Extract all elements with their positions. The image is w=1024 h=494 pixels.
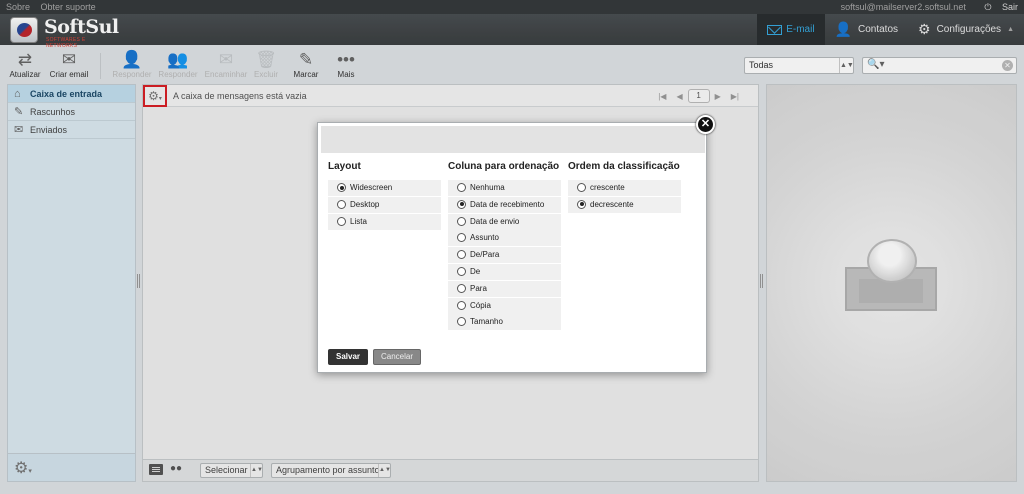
- layout-option[interactable]: Lista: [328, 213, 441, 230]
- radio-button[interactable]: [457, 233, 466, 243]
- sort-column-option[interactable]: Data de envio: [448, 213, 561, 230]
- radio-button[interactable]: [457, 266, 466, 276]
- sort-column-option-label: Para: [470, 283, 487, 293]
- sort-order-option[interactable]: decrescente: [568, 196, 681, 213]
- list-options-dialog: ✕ Layout Widescreen Desktop Lista Coluna p…: [317, 115, 715, 373]
- layout-option-label: Lista: [350, 216, 367, 226]
- sort-column-option-label: Tamanho: [470, 317, 503, 327]
- layout-option[interactable]: Widescreen: [328, 180, 441, 196]
- sort-order-option-label: crescente: [590, 183, 625, 192]
- layout-option-label: Desktop: [350, 199, 380, 209]
- cancel-button[interactable]: Cancelar: [373, 349, 421, 365]
- radio-button[interactable]: [577, 183, 586, 192]
- dialog-titlebar: [321, 126, 705, 153]
- sort-column-option-label: Cópia: [470, 300, 491, 310]
- radio-button[interactable]: [337, 199, 346, 209]
- sort-column-option-label: Nenhuma: [470, 183, 505, 192]
- radio-button[interactable]: [337, 183, 346, 192]
- radio-button[interactable]: [457, 317, 466, 327]
- sort-order-heading: Ordem da classificação: [568, 161, 680, 172]
- layout-option-label: Widescreen: [350, 183, 393, 192]
- radio-button[interactable]: [457, 283, 466, 293]
- radio-button[interactable]: [457, 199, 466, 209]
- sort-order-option-label: decrescente: [590, 199, 634, 209]
- sort-column-option[interactable]: Data de recebimento: [448, 196, 561, 213]
- sort-column-option-label: Data de envio: [470, 216, 520, 226]
- radio-button[interactable]: [457, 300, 466, 310]
- sort-column-option[interactable]: Cópia: [448, 297, 561, 314]
- sort-column-option-label: Assunto: [470, 233, 499, 243]
- sort-column-option[interactable]: De/Para: [448, 247, 561, 264]
- radio-button[interactable]: [577, 199, 586, 209]
- radio-button[interactable]: [337, 216, 346, 226]
- layout-column: Layout Widescreen Desktop Lista: [328, 161, 441, 230]
- sort-column-option-label: De/Para: [470, 250, 500, 260]
- sort-column-option[interactable]: De: [448, 263, 561, 280]
- sort-column-option[interactable]: Para: [448, 280, 561, 297]
- sort-column-option[interactable]: Tamanho: [448, 314, 561, 331]
- layout-option[interactable]: Desktop: [328, 196, 441, 213]
- layout-heading: Layout: [328, 161, 361, 172]
- radio-button[interactable]: [457, 183, 466, 192]
- radio-button[interactable]: [457, 216, 466, 226]
- sort-column-option[interactable]: Nenhuma: [448, 180, 561, 196]
- radio-button[interactable]: [457, 250, 466, 260]
- sort-column-heading: Coluna para ordenação: [448, 161, 560, 172]
- close-icon[interactable]: ✕: [696, 115, 715, 134]
- sort-column-option-label: De: [470, 266, 481, 276]
- sort-column-option-label: Data de recebimento: [470, 199, 545, 209]
- sort-order-column: Ordem da classificação crescente decresce…: [568, 161, 681, 214]
- save-button[interactable]: Salvar: [328, 349, 368, 365]
- sort-column-column: Coluna para ordenação Nenhuma Data de rec…: [448, 161, 561, 331]
- sort-column-option[interactable]: Assunto: [448, 230, 561, 247]
- sort-order-option[interactable]: crescente: [568, 180, 681, 196]
